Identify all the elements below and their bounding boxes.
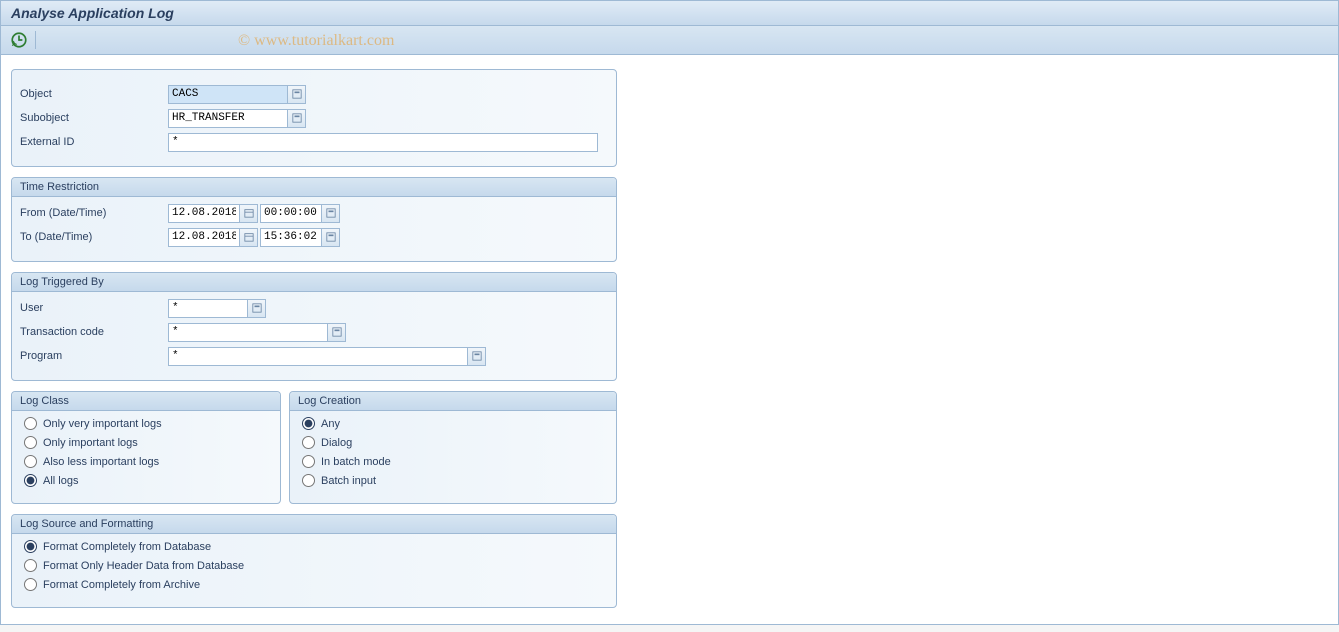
log-creation-opt1-label[interactable]: Any	[321, 418, 340, 430]
log-source-opt2-radio[interactable]	[24, 559, 37, 572]
program-input[interactable]	[168, 347, 468, 366]
log-class-opt2-radio[interactable]	[24, 436, 37, 449]
calendar-icon	[244, 208, 254, 218]
log-creation-opt2-radio[interactable]	[302, 436, 315, 449]
toolbar-separator	[35, 31, 36, 49]
log-class-opt3-label[interactable]: Also less important logs	[43, 456, 159, 468]
user-f4-button[interactable]	[248, 299, 266, 318]
to-label: To (Date/Time)	[20, 231, 168, 243]
external-id-label: External ID	[20, 136, 168, 148]
to-date-f4-button[interactable]	[240, 228, 258, 247]
tcode-input[interactable]	[168, 323, 328, 342]
log-class-opt4-label[interactable]: All logs	[43, 475, 78, 487]
log-source-opt2-label[interactable]: Format Only Header Data from Database	[43, 560, 244, 572]
log-class-title: Log Class	[12, 392, 280, 411]
log-class-opt1-label[interactable]: Only very important logs	[43, 418, 162, 430]
log-class-opt4-radio[interactable]	[24, 474, 37, 487]
object-input[interactable]	[168, 85, 288, 104]
object-label: Object	[20, 88, 168, 100]
log-source-opt1-radio[interactable]	[24, 540, 37, 553]
from-label: From (Date/Time)	[20, 207, 168, 219]
program-f4-button[interactable]	[468, 347, 486, 366]
external-id-input[interactable]	[168, 133, 598, 152]
f4-icon	[252, 303, 262, 313]
log-source-opt3-radio[interactable]	[24, 578, 37, 591]
log-class-opt1-radio[interactable]	[24, 417, 37, 430]
from-time-input[interactable]	[260, 204, 322, 223]
log-creation-opt4-label[interactable]: Batch input	[321, 475, 376, 487]
object-f4-button[interactable]	[288, 85, 306, 104]
subobject-input[interactable]	[168, 109, 288, 128]
time-restriction-group: Time Restriction From (Date/Time)	[11, 177, 617, 262]
log-triggered-title: Log Triggered By	[12, 273, 616, 292]
log-creation-opt4-radio[interactable]	[302, 474, 315, 487]
f4-icon	[292, 89, 302, 99]
f4-icon	[326, 208, 336, 218]
log-source-opt3-label[interactable]: Format Completely from Archive	[43, 579, 200, 591]
log-creation-opt3-radio[interactable]	[302, 455, 315, 468]
window-title: Analyse Application Log	[11, 5, 174, 21]
log-class-opt2-label[interactable]: Only important logs	[43, 437, 138, 449]
user-input[interactable]	[168, 299, 248, 318]
to-date-input[interactable]	[168, 228, 240, 247]
log-creation-group: Log Creation Any Dialog In batch mode	[289, 391, 617, 504]
log-source-group: Log Source and Formatting Format Complet…	[11, 514, 617, 608]
tcode-f4-button[interactable]	[328, 323, 346, 342]
selection-group: Object Subobject	[11, 69, 617, 167]
content-area: Object Subobject	[1, 55, 1338, 632]
from-date-f4-button[interactable]	[240, 204, 258, 223]
log-creation-opt3-label[interactable]: In batch mode	[321, 456, 391, 468]
f4-icon	[332, 327, 342, 337]
log-creation-opt1-radio[interactable]	[302, 417, 315, 430]
from-date-input[interactable]	[168, 204, 240, 223]
log-triggered-group: Log Triggered By User Transaction code	[11, 272, 617, 381]
log-source-opt1-label[interactable]: Format Completely from Database	[43, 541, 211, 553]
log-source-title: Log Source and Formatting	[12, 515, 616, 534]
execute-icon	[10, 31, 28, 49]
to-time-f4-button[interactable]	[322, 228, 340, 247]
log-class-group: Log Class Only very important logs Only …	[11, 391, 281, 504]
time-restriction-title: Time Restriction	[12, 178, 616, 197]
f4-icon	[326, 232, 336, 242]
user-label: User	[20, 302, 168, 314]
log-class-opt3-radio[interactable]	[24, 455, 37, 468]
tcode-label: Transaction code	[20, 326, 168, 338]
to-time-input[interactable]	[260, 228, 322, 247]
log-creation-title: Log Creation	[290, 392, 616, 411]
title-bar: Analyse Application Log	[1, 1, 1338, 26]
f4-icon	[472, 351, 482, 361]
from-time-f4-button[interactable]	[322, 204, 340, 223]
subobject-label: Subobject	[20, 112, 168, 124]
program-label: Program	[20, 350, 168, 362]
f4-icon	[292, 113, 302, 123]
calendar-icon	[244, 232, 254, 242]
two-column-row: Log Class Only very important logs Only …	[11, 391, 1328, 514]
execute-button[interactable]	[9, 30, 29, 50]
log-creation-opt2-label[interactable]: Dialog	[321, 437, 352, 449]
subobject-f4-button[interactable]	[288, 109, 306, 128]
app-window: Analyse Application Log Object	[0, 0, 1339, 625]
toolbar	[1, 26, 1338, 55]
